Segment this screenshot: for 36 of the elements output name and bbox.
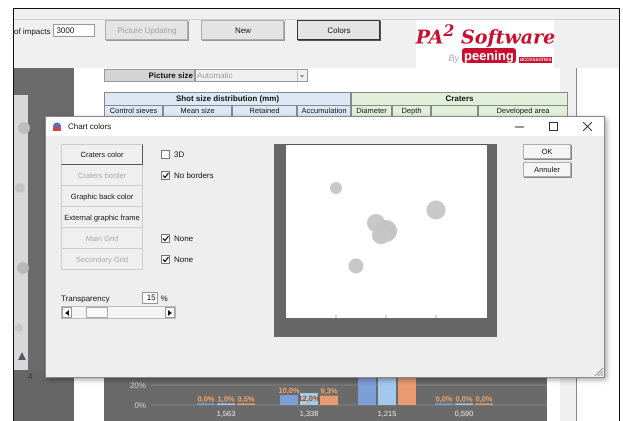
slider-thumb[interactable]: [86, 307, 108, 318]
close-icon: [582, 122, 592, 131]
impacts-field[interactable]: 3000: [53, 24, 96, 37]
check-icon: [162, 256, 169, 263]
checkbox[interactable]: [161, 150, 170, 159]
field-label: Picture size: [104, 69, 195, 82]
resize-grip-icon[interactable]: [593, 366, 603, 376]
checkbox-label: None: [174, 255, 194, 264]
check-icon: [162, 172, 169, 179]
maximize-icon: [548, 122, 558, 131]
transparency-slider[interactable]: [61, 306, 176, 319]
check-icon: [162, 235, 169, 242]
left-arrow-icon: [65, 310, 69, 316]
column-group-header: Craters: [351, 92, 568, 106]
axis-label: 20%: [130, 381, 146, 390]
column-group-header: Shot size distribution (mm): [104, 92, 351, 106]
logo-brand: peening: [462, 48, 516, 64]
unit-label: %: [160, 294, 168, 302]
checkbox-label: No borders: [174, 171, 214, 180]
scroll-right-button[interactable]: [165, 307, 175, 318]
field-label: Transparency: [61, 294, 110, 302]
field-label: of impacts: [14, 27, 50, 36]
scroll-left-button[interactable]: [62, 307, 72, 318]
app-icon: [52, 122, 62, 132]
logo-text: By: [448, 53, 459, 64]
toolbar-button[interactable]: New: [201, 20, 284, 40]
checkbox-label: None: [174, 234, 194, 243]
right-arrow-icon: [168, 310, 172, 316]
transparency-field[interactable]: 15: [142, 292, 158, 304]
logo-title: PA$^{2}$ Software: [416, 20, 556, 48]
cut-off-bar-drawing: [358, 375, 416, 405]
window-title: Chart colors: [68, 122, 112, 131]
dropdown-arrow-icon: [297, 70, 306, 80]
checkbox-label: 3D: [174, 150, 184, 159]
axis-label: 0%: [134, 401, 146, 410]
toolbar-button[interactable]: Colors: [297, 20, 380, 40]
